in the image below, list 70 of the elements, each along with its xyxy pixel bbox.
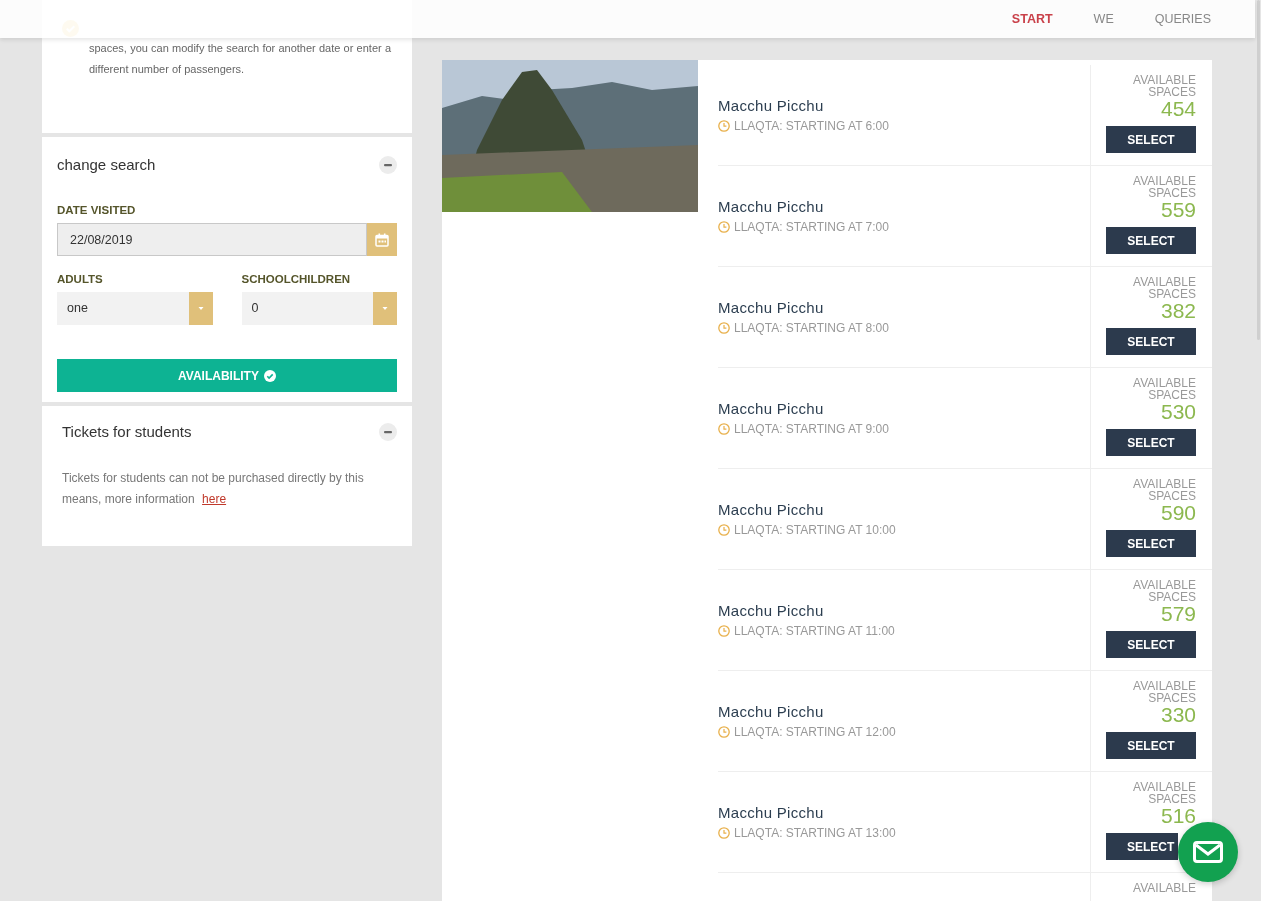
field-label: ADULTS [57,273,104,286]
tour-schedule: LLAQTA: STARTING AT 12:00 [734,724,896,740]
tour-schedule: LLAQTA: STARTING AT 8:00 [734,320,889,336]
field-label: SCHOOLCHILDREN [241,273,352,286]
spaces-count: 382 [1160,300,1196,322]
select-button[interactable]: SELECT [1106,429,1196,456]
availability-label: AVAILABLE [1132,882,1196,894]
panel-title: Tickets for students [62,422,192,442]
caret-icon [188,292,213,325]
availability-label: AVAILABLE SPACES [1132,175,1196,199]
collapse-icon[interactable] [379,423,397,441]
tour-title: Macchu Picchu [718,298,825,318]
calendar-button[interactable] [367,223,397,256]
availability-label: AVAILABLE SPACES [1132,781,1196,805]
check-circle-icon [263,369,276,382]
availability-label: AVAILABLE SPACES [1132,74,1196,98]
availability-label: AVAILABLE SPACES [1132,276,1196,300]
clock-icon [718,827,730,839]
tour-title: Macchu Picchu [718,702,825,722]
spaces-count: 590 [1160,502,1196,524]
spaces-count: 579 [1160,603,1196,625]
tour-schedule: LLAQTA: STARTING AT 13:00 [734,825,896,841]
tour-title: Macchu Picchu [718,601,825,621]
availability-label: AVAILABLE SPACES [1132,579,1196,603]
adults-select[interactable]: one [57,292,213,325]
students-info-text: Tickets for students can not be purchased directly by this means, more information here [62,470,365,508]
tour-title: Macchu Picchu [718,197,825,217]
spaces-count: 530 [1160,401,1196,423]
spaces-count: 516 [1160,805,1196,827]
collapse-icon[interactable] [379,156,397,174]
spaces-count: 454 [1160,98,1196,120]
message-button[interactable] [1178,822,1238,882]
calendar-icon [375,232,389,247]
select-button[interactable]: SELECT [1106,732,1196,759]
spaces-count: 559 [1160,199,1196,221]
schoolchildren-select[interactable]: 0 [241,292,397,325]
clock-icon [718,423,730,435]
select-button[interactable]: SELECT [1106,530,1196,557]
clock-icon [718,120,730,132]
tour-title: Macchu Picchu [718,803,825,823]
notice-text: spaces, you can modify the search for another date or enter a different number of passengers. [89,41,391,77]
availability-label: AVAILABLE SPACES [1132,377,1196,401]
envelope-icon [1193,841,1223,863]
date-field[interactable]: 22/08/2019 [57,223,367,256]
select-button[interactable]: SELECT [1106,328,1196,355]
availability-label: AVAILABLE SPACES [1132,680,1196,704]
caret-icon [373,292,397,325]
tour-title: Macchu Picchu [718,399,825,419]
field-label: DATE VISITED [57,204,137,217]
here-link[interactable]: here [202,492,227,506]
select-button[interactable]: SELECT [1106,833,1178,860]
clock-icon [718,322,730,334]
tour-title: Macchu Picchu [718,500,825,520]
clock-icon [718,221,730,233]
clock-icon [718,726,730,738]
tour-schedule: LLAQTA: STARTING AT 7:00 [734,219,889,235]
tour-schedule: LLAQTA: STARTING AT 11:00 [734,623,895,639]
availability-label: AVAILABLE SPACES [1132,478,1196,502]
tour-schedule: LLAQTA: STARTING AT 10:00 [734,522,896,538]
nav-link[interactable]: START [1011,9,1053,29]
tour-schedule: LLAQTA: STARTING AT 9:00 [734,421,889,437]
select-button[interactable]: SELECT [1106,227,1196,254]
clock-icon [718,625,730,637]
tour-title: Macchu Picchu [718,96,825,116]
panel-title: change search [57,155,156,175]
select-button[interactable]: SELECT [1106,126,1196,153]
spaces-count: 330 [1160,704,1196,726]
clock-icon [718,524,730,536]
select-button[interactable]: SELECT [1106,631,1196,658]
tour-schedule: LLAQTA: STARTING AT 6:00 [734,118,889,134]
